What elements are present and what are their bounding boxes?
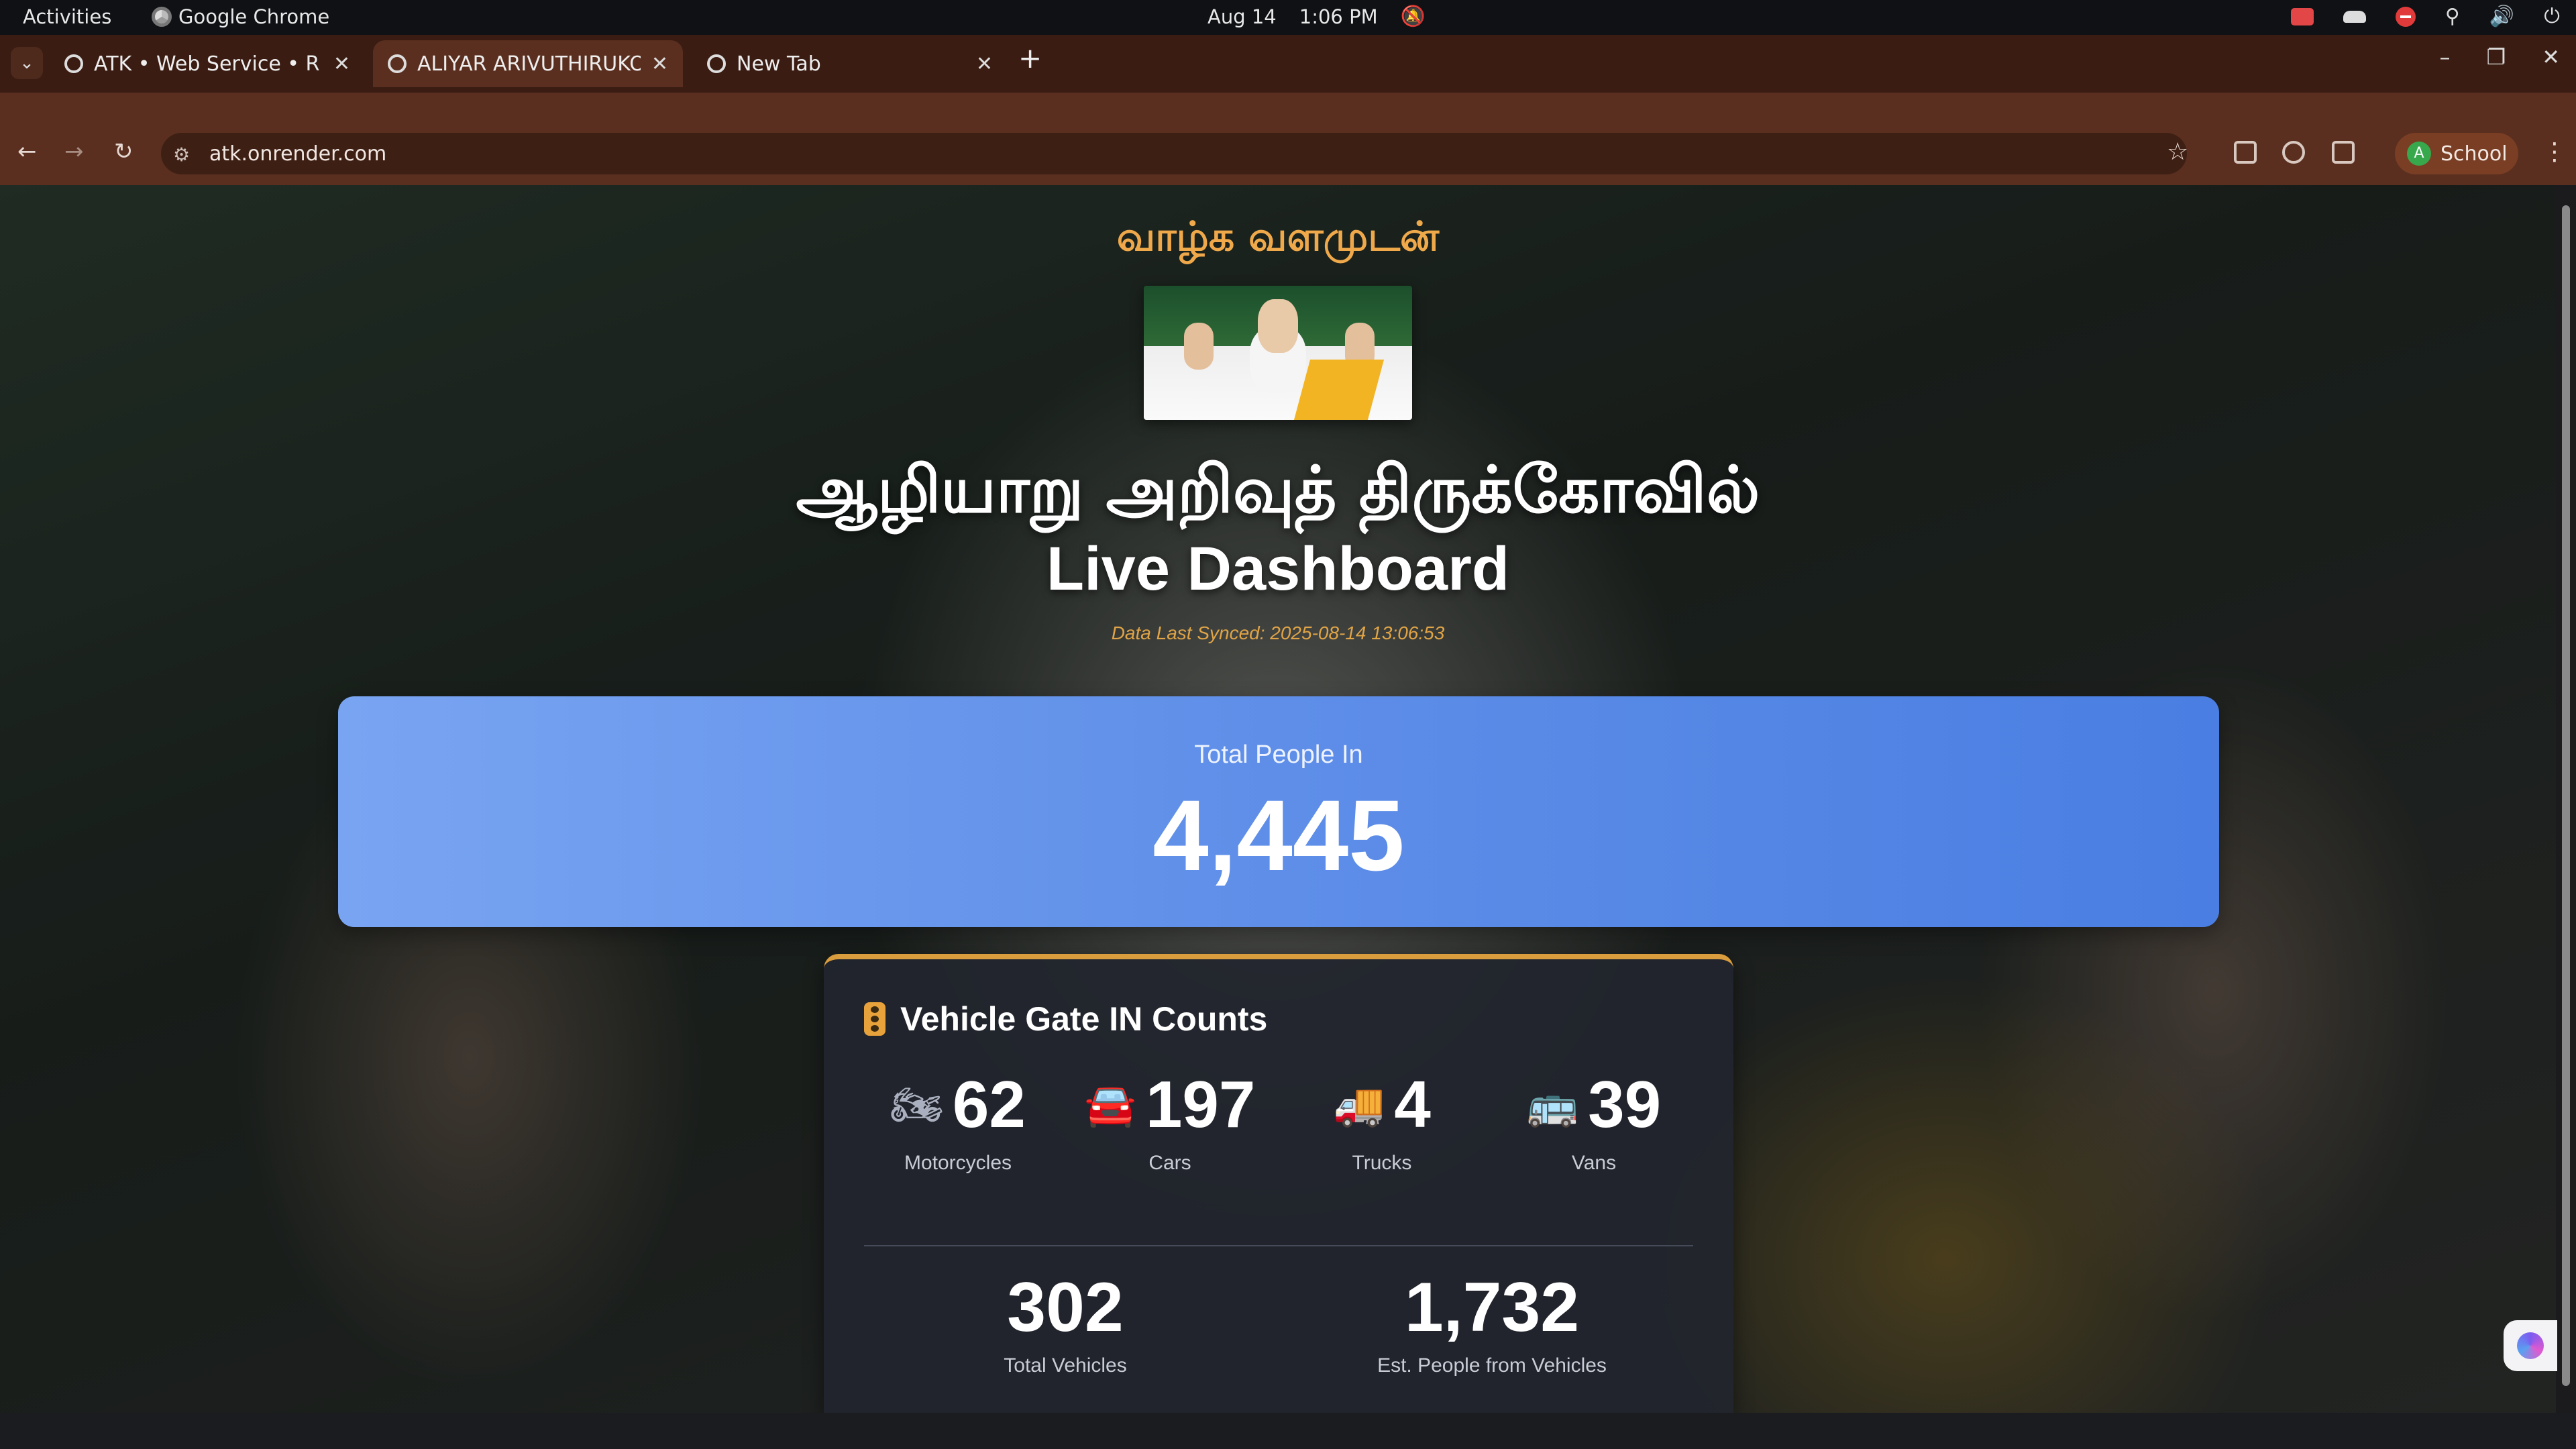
assistant-floating-button[interactable]	[2504, 1320, 2557, 1371]
truck-icon: 🚚	[1333, 1079, 1385, 1129]
accessibility-icon[interactable]: ⚲	[2445, 7, 2460, 27]
greeting-heading: வாழ்க வளமுடன்	[1116, 213, 1440, 260]
new-tab-button[interactable]: +	[1018, 42, 1042, 74]
window-controls: – ❐ ✕	[2440, 44, 2561, 70]
guru-photo	[1144, 286, 1412, 420]
back-arrow-icon[interactable]: ←	[17, 138, 37, 165]
profile-avatar: A	[2407, 142, 2431, 166]
bottom-edge	[0, 1413, 2576, 1449]
cloud-icon[interactable]	[2343, 11, 2366, 23]
tab-title: New Tab	[737, 52, 821, 76]
vehicle-counts-row: 🏍 62 Motorcycles 🚘 197 Cars 🚚 4 Trucks 🚌…	[864, 1067, 1693, 1194]
stat-label: Cars	[1148, 1152, 1191, 1174]
app-name: Google Chrome	[178, 5, 330, 28]
restore-icon[interactable]: ❐	[2487, 44, 2506, 70]
profile-name: School	[2440, 142, 2508, 166]
chrome-icon	[152, 7, 172, 27]
trucks-stat: 🚚 4 Trucks	[1288, 1067, 1476, 1175]
est-people-value: 1,732	[1404, 1269, 1580, 1346]
vehicle-card-header: Vehicle Gate IN Counts	[864, 1000, 1267, 1038]
tab-title: ATK • Web Service • R	[94, 52, 320, 76]
render-favicon-icon	[64, 54, 83, 73]
scrollbar-thumb[interactable]	[2562, 205, 2570, 1386]
minimize-icon[interactable]: –	[2440, 44, 2451, 70]
date-label: Aug 14	[1208, 5, 1277, 28]
extension-icon[interactable]	[2282, 141, 2305, 164]
motorcycle-icon: 🏍	[890, 1079, 943, 1129]
volume-icon[interactable]: 🔊	[2489, 7, 2514, 27]
total-vehicles-label: Total Vehicles	[1004, 1354, 1127, 1377]
screen-record-icon[interactable]	[2290, 8, 2314, 25]
chrome-favicon-icon	[707, 54, 726, 73]
bookmark-star-icon[interactable]: ☆	[2167, 138, 2188, 166]
tab-groups-icon[interactable]	[2234, 141, 2257, 164]
total-people-card: Total People In 4,445	[338, 696, 2219, 927]
close-tab-icon[interactable]: ✕	[651, 52, 668, 76]
extensions-puzzle-icon[interactable]	[2332, 141, 2355, 164]
est-people-stat: 1,732 Est. People from Vehicles	[1277, 1268, 1707, 1377]
reload-icon[interactable]: ↻	[114, 138, 133, 165]
vehicle-counts-card: Vehicle Gate IN Counts 🏍 62 Motorcycles …	[824, 954, 1733, 1413]
stat-value: 62	[952, 1067, 1026, 1141]
profile-button[interactable]: A School	[2395, 133, 2518, 174]
close-window-icon[interactable]: ✕	[2542, 44, 2560, 70]
vehicle-card-title: Vehicle Gate IN Counts	[900, 1000, 1268, 1038]
stat-label: Vans	[1571, 1152, 1617, 1174]
traffic-light-icon	[864, 1002, 885, 1036]
car-icon: 🚘	[1084, 1079, 1136, 1129]
tab-aliyar[interactable]: ALIYAR ARIVUTHIRUKOI ✕	[373, 40, 683, 87]
tab-search-button[interactable]: ⌄	[11, 47, 43, 79]
stat-label: Motorcycles	[904, 1152, 1012, 1174]
cars-stat: 🚘 197 Cars	[1076, 1067, 1264, 1175]
forward-arrow-icon[interactable]: →	[64, 138, 84, 165]
power-icon[interactable]: ⏻	[2544, 7, 2560, 27]
vans-stat: 🚌 39 Vans	[1500, 1067, 1688, 1175]
total-vehicles-value: 302	[1007, 1269, 1124, 1346]
page-scrollbar[interactable]	[2556, 185, 2576, 1413]
close-tab-icon[interactable]: ✕	[333, 52, 350, 76]
address-bar[interactable]	[161, 133, 2187, 174]
est-people-label: Est. People from Vehicles	[1377, 1354, 1607, 1377]
stat-value: 197	[1145, 1067, 1256, 1141]
tab-atk-web-service[interactable]: ATK • Web Service • R ✕	[50, 40, 365, 87]
activities-button[interactable]: Activities	[23, 5, 111, 28]
page-viewport: வாழ்க வளமுடன் ஆழியாறு அறிவுத் திருக்கோவி…	[0, 185, 2556, 1413]
dashboard-title: Live Dashboard	[1046, 535, 1510, 603]
total-vehicles-stat: 302 Total Vehicles	[851, 1268, 1280, 1377]
chrome-menu-icon[interactable]: ⋮	[2542, 138, 2567, 166]
total-people-value: 4,445	[1152, 779, 1405, 892]
globe-favicon-icon	[388, 54, 407, 73]
site-settings-icon[interactable]: ⚙	[173, 144, 190, 166]
do-not-disturb-icon[interactable]	[2395, 7, 2416, 27]
stat-label: Trucks	[1352, 1152, 1412, 1174]
stat-value: 4	[1394, 1067, 1431, 1141]
total-people-label: Total People In	[1194, 741, 1363, 769]
time-label: 1:06 PM	[1299, 5, 1378, 28]
clock[interactable]: Aug 14 1:06 PM 🔕	[1208, 5, 1426, 28]
stat-value: 39	[1588, 1067, 1662, 1141]
last-synced-text: Data Last Synced: 2025-08-14 13:06:53	[1111, 623, 1445, 643]
notifications-muted-icon: 🔕	[1400, 5, 1426, 28]
tab-title: ALIYAR ARIVUTHIRUKOI	[417, 52, 641, 76]
divider	[864, 1245, 1693, 1246]
app-menu[interactable]: Google Chrome	[152, 5, 329, 28]
assistant-icon	[2517, 1332, 2544, 1359]
van-icon: 🚌	[1526, 1079, 1579, 1129]
system-top-bar: Activities Google Chrome Aug 14 1:06 PM …	[0, 0, 2576, 35]
tab-new-tab[interactable]: New Tab ✕	[692, 40, 1008, 87]
close-tab-icon[interactable]: ✕	[976, 52, 993, 76]
system-tray[interactable]: ⚲ 🔊 ⏻	[2290, 7, 2560, 27]
motorcycles-stat: 🏍 62 Motorcycles	[864, 1067, 1052, 1175]
url-text[interactable]: atk.onrender.com	[209, 142, 386, 166]
temple-title: ஆழியாறு அறிவுத் திருக்கோவில்	[796, 452, 1760, 527]
